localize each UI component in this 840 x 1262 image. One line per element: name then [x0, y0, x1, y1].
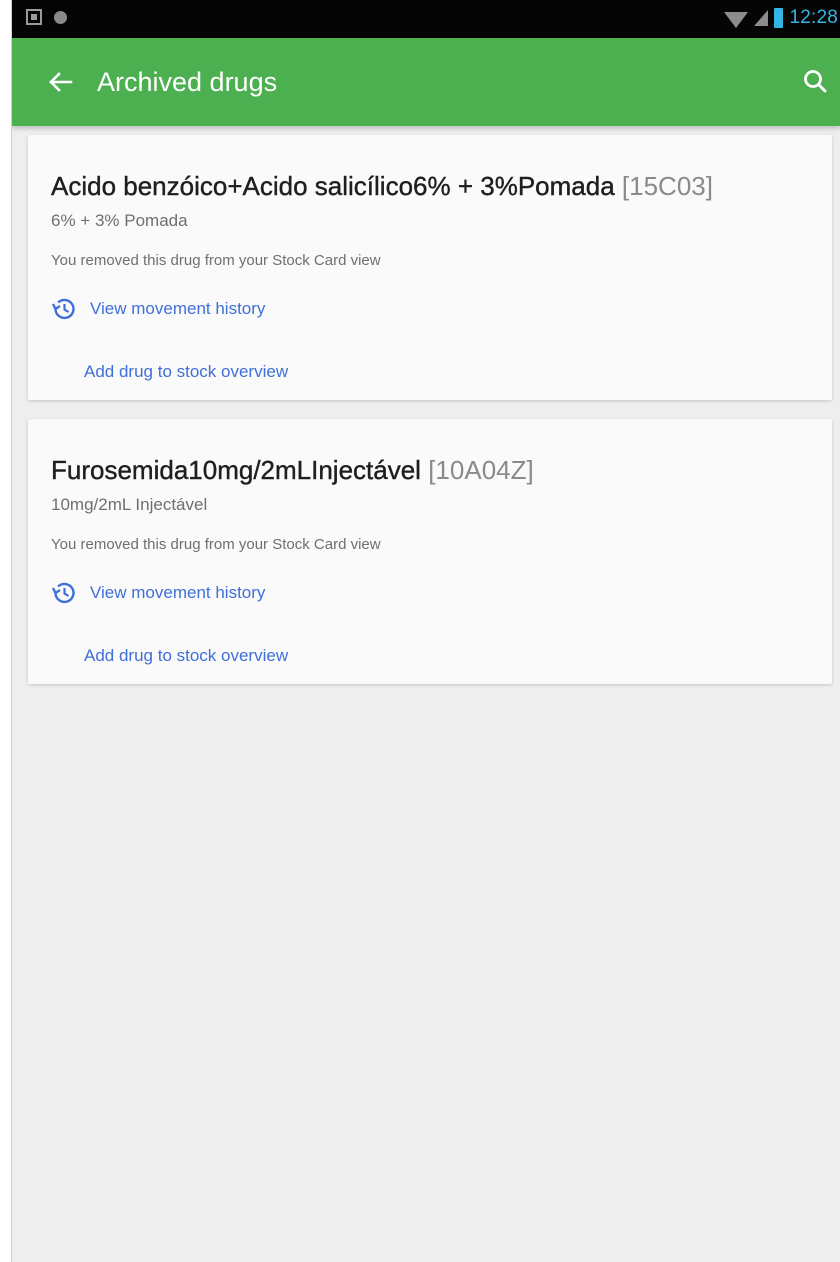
drug-title: Acido benzóico+Acido salicílico6% + 3%Po… [51, 169, 713, 203]
drug-title: Furosemida10mg/2mLInjectável [10A04Z] [51, 453, 534, 487]
history-icon [51, 582, 75, 604]
drug-code: [10A04Z] [428, 455, 534, 485]
page-title: Archived drugs [97, 67, 278, 97]
drug-code: [15C03] [621, 171, 713, 201]
battery-icon [774, 8, 784, 28]
drug-removed-note: You removed this drug from your Stock Ca… [51, 536, 381, 553]
drug-card: Acido benzóico+Acido salicílico6% + 3%Po… [28, 135, 832, 400]
app-bar: Archived drugs [12, 38, 840, 126]
drug-presentation: 10mg/2mL Injectável [51, 495, 208, 514]
drug-removed-note: You removed this drug from your Stock Ca… [51, 252, 381, 269]
status-bar-notifications [26, 9, 67, 25]
arrow-back-icon[interactable] [42, 62, 82, 102]
notification-icon [26, 9, 42, 25]
signal-icon [754, 10, 769, 26]
view-movement-history-button[interactable]: View movement history [50, 295, 265, 323]
drug-card: Furosemida10mg/2mLInjectável [10A04Z] 10… [28, 419, 832, 684]
view-movement-history-label: View movement history [90, 583, 266, 602]
view-movement-history-label: View movement history [90, 299, 266, 318]
wifi-icon [724, 12, 749, 28]
app-screen: 12:28 Archived drugs Acido benzóico+Acid… [12, 0, 840, 1262]
status-bar: 12:28 [12, 0, 840, 38]
search-icon[interactable] [798, 64, 834, 100]
add-drug-to-stock-overview-button[interactable]: Add drug to stock overview [84, 360, 288, 384]
status-time: 12:28 [789, 7, 838, 28]
status-bar-system: 12:28 [724, 7, 838, 29]
drug-name: Acido benzóico+Acido salicílico6% + 3%Po… [51, 171, 615, 201]
globe-icon [54, 10, 67, 24]
view-movement-history-button[interactable]: View movement history [50, 579, 265, 607]
add-drug-to-stock-overview-button[interactable]: Add drug to stock overview [84, 644, 288, 668]
drug-presentation: 6% + 3% Pomada [51, 211, 188, 230]
drug-name: Furosemida10mg/2mLInjectável [51, 455, 421, 485]
history-icon [51, 298, 75, 320]
